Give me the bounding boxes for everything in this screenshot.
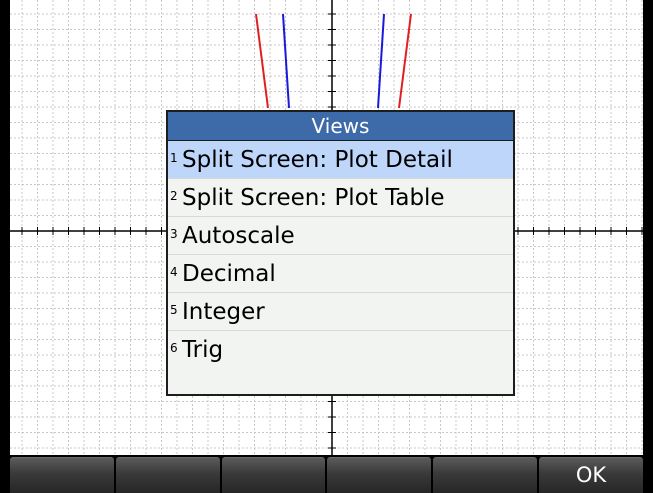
views-menu-list: 1 Split Screen: Plot Detail 2 Split Screen… bbox=[168, 141, 513, 369]
menu-item-label: Autoscale bbox=[182, 223, 295, 249]
menu-item-label: Split Screen: Plot Detail bbox=[182, 147, 453, 173]
menu-item-number: 1 bbox=[170, 151, 178, 165]
softkey-2[interactable] bbox=[115, 457, 220, 493]
menu-item-number: 4 bbox=[170, 265, 178, 279]
menu-item-integer[interactable]: 5 Integer bbox=[168, 293, 513, 331]
menu-item-label: Integer bbox=[182, 299, 265, 325]
softkey-bar: OK bbox=[10, 457, 643, 493]
menu-item-label: Split Screen: Plot Table bbox=[182, 185, 445, 211]
menu-item-label: Trig bbox=[182, 337, 224, 363]
screen-bezel-left bbox=[0, 0, 10, 493]
menu-item-number: 2 bbox=[170, 189, 178, 203]
views-menu: Views 1 Split Screen: Plot Detail 2 Split … bbox=[166, 110, 515, 396]
views-menu-title: Views bbox=[168, 112, 513, 141]
softkey-1[interactable] bbox=[10, 457, 114, 493]
menu-item-split-plot-table[interactable]: 2 Split Screen: Plot Table bbox=[168, 179, 513, 217]
menu-item-number: 6 bbox=[170, 341, 178, 355]
softkey-5[interactable] bbox=[433, 457, 538, 493]
menu-item-decimal[interactable]: 4 Decimal bbox=[168, 255, 513, 293]
menu-item-label: Decimal bbox=[182, 261, 276, 287]
screen-bezel-right bbox=[643, 0, 653, 493]
ok-button[interactable]: OK bbox=[539, 457, 643, 493]
calculator-screen: Views 1 Split Screen: Plot Detail 2 Split … bbox=[0, 0, 653, 493]
softkey-3[interactable] bbox=[221, 457, 326, 493]
menu-item-autoscale[interactable]: 3 Autoscale bbox=[168, 217, 513, 255]
menu-item-number: 3 bbox=[170, 227, 178, 241]
softkey-4[interactable] bbox=[327, 457, 432, 493]
menu-item-split-plot-detail[interactable]: 1 Split Screen: Plot Detail bbox=[168, 141, 513, 179]
menu-item-number: 5 bbox=[170, 303, 178, 317]
menu-item-trig[interactable]: 6 Trig bbox=[168, 331, 513, 369]
